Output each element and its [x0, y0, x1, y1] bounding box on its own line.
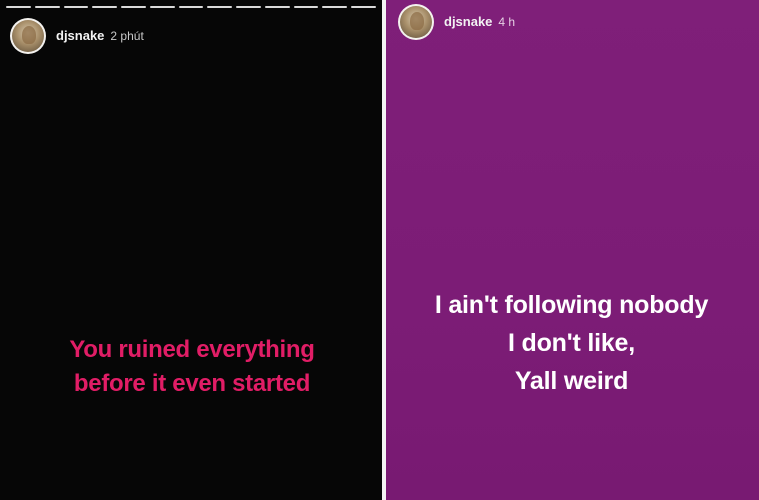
progress-segment: [149, 6, 175, 8]
caption-line: I don't like,: [508, 329, 635, 357]
stories-comparison: djsnake 2 phút You ruined everything befo…: [0, 0, 759, 500]
progress-segment: [121, 6, 146, 8]
caption-line: before it even started: [73, 370, 311, 397]
progress-segment: [207, 6, 233, 8]
progress-segment: [63, 6, 89, 8]
story-progress-bar: [6, 6, 376, 8]
post-time: 2 phút: [110, 29, 144, 43]
progress-segment: [351, 6, 376, 8]
progress-segment: [6, 6, 31, 8]
avatar[interactable]: [10, 18, 46, 54]
story-caption: You ruined everything before it even sta…: [0, 333, 384, 401]
story-panel-right[interactable]: djsnake 4 h I ain't following nobody I do…: [384, 0, 759, 500]
panel-divider: [382, 0, 386, 500]
progress-segment: [92, 6, 118, 8]
progress-segment: [322, 6, 348, 8]
post-time: 4 h: [498, 15, 516, 29]
story-header: djsnake 4 h: [398, 4, 515, 40]
caption-line: Yall weird: [514, 367, 629, 395]
story-header: djsnake 2 phút: [10, 18, 144, 54]
caption-line: You ruined everything: [69, 336, 315, 363]
story-panel-left[interactable]: djsnake 2 phút You ruined everything befo…: [0, 0, 384, 500]
story-caption: I ain't following nobody I don't like, Y…: [384, 286, 759, 400]
username[interactable]: djsnake: [444, 14, 492, 29]
avatar[interactable]: [398, 4, 434, 40]
progress-segment: [264, 6, 290, 8]
progress-segment: [293, 6, 319, 8]
username[interactable]: djsnake: [56, 28, 104, 43]
caption-line: I ain't following nobody: [434, 291, 709, 319]
progress-segment: [236, 6, 261, 8]
progress-segment: [34, 6, 60, 8]
progress-segment: [178, 6, 204, 8]
